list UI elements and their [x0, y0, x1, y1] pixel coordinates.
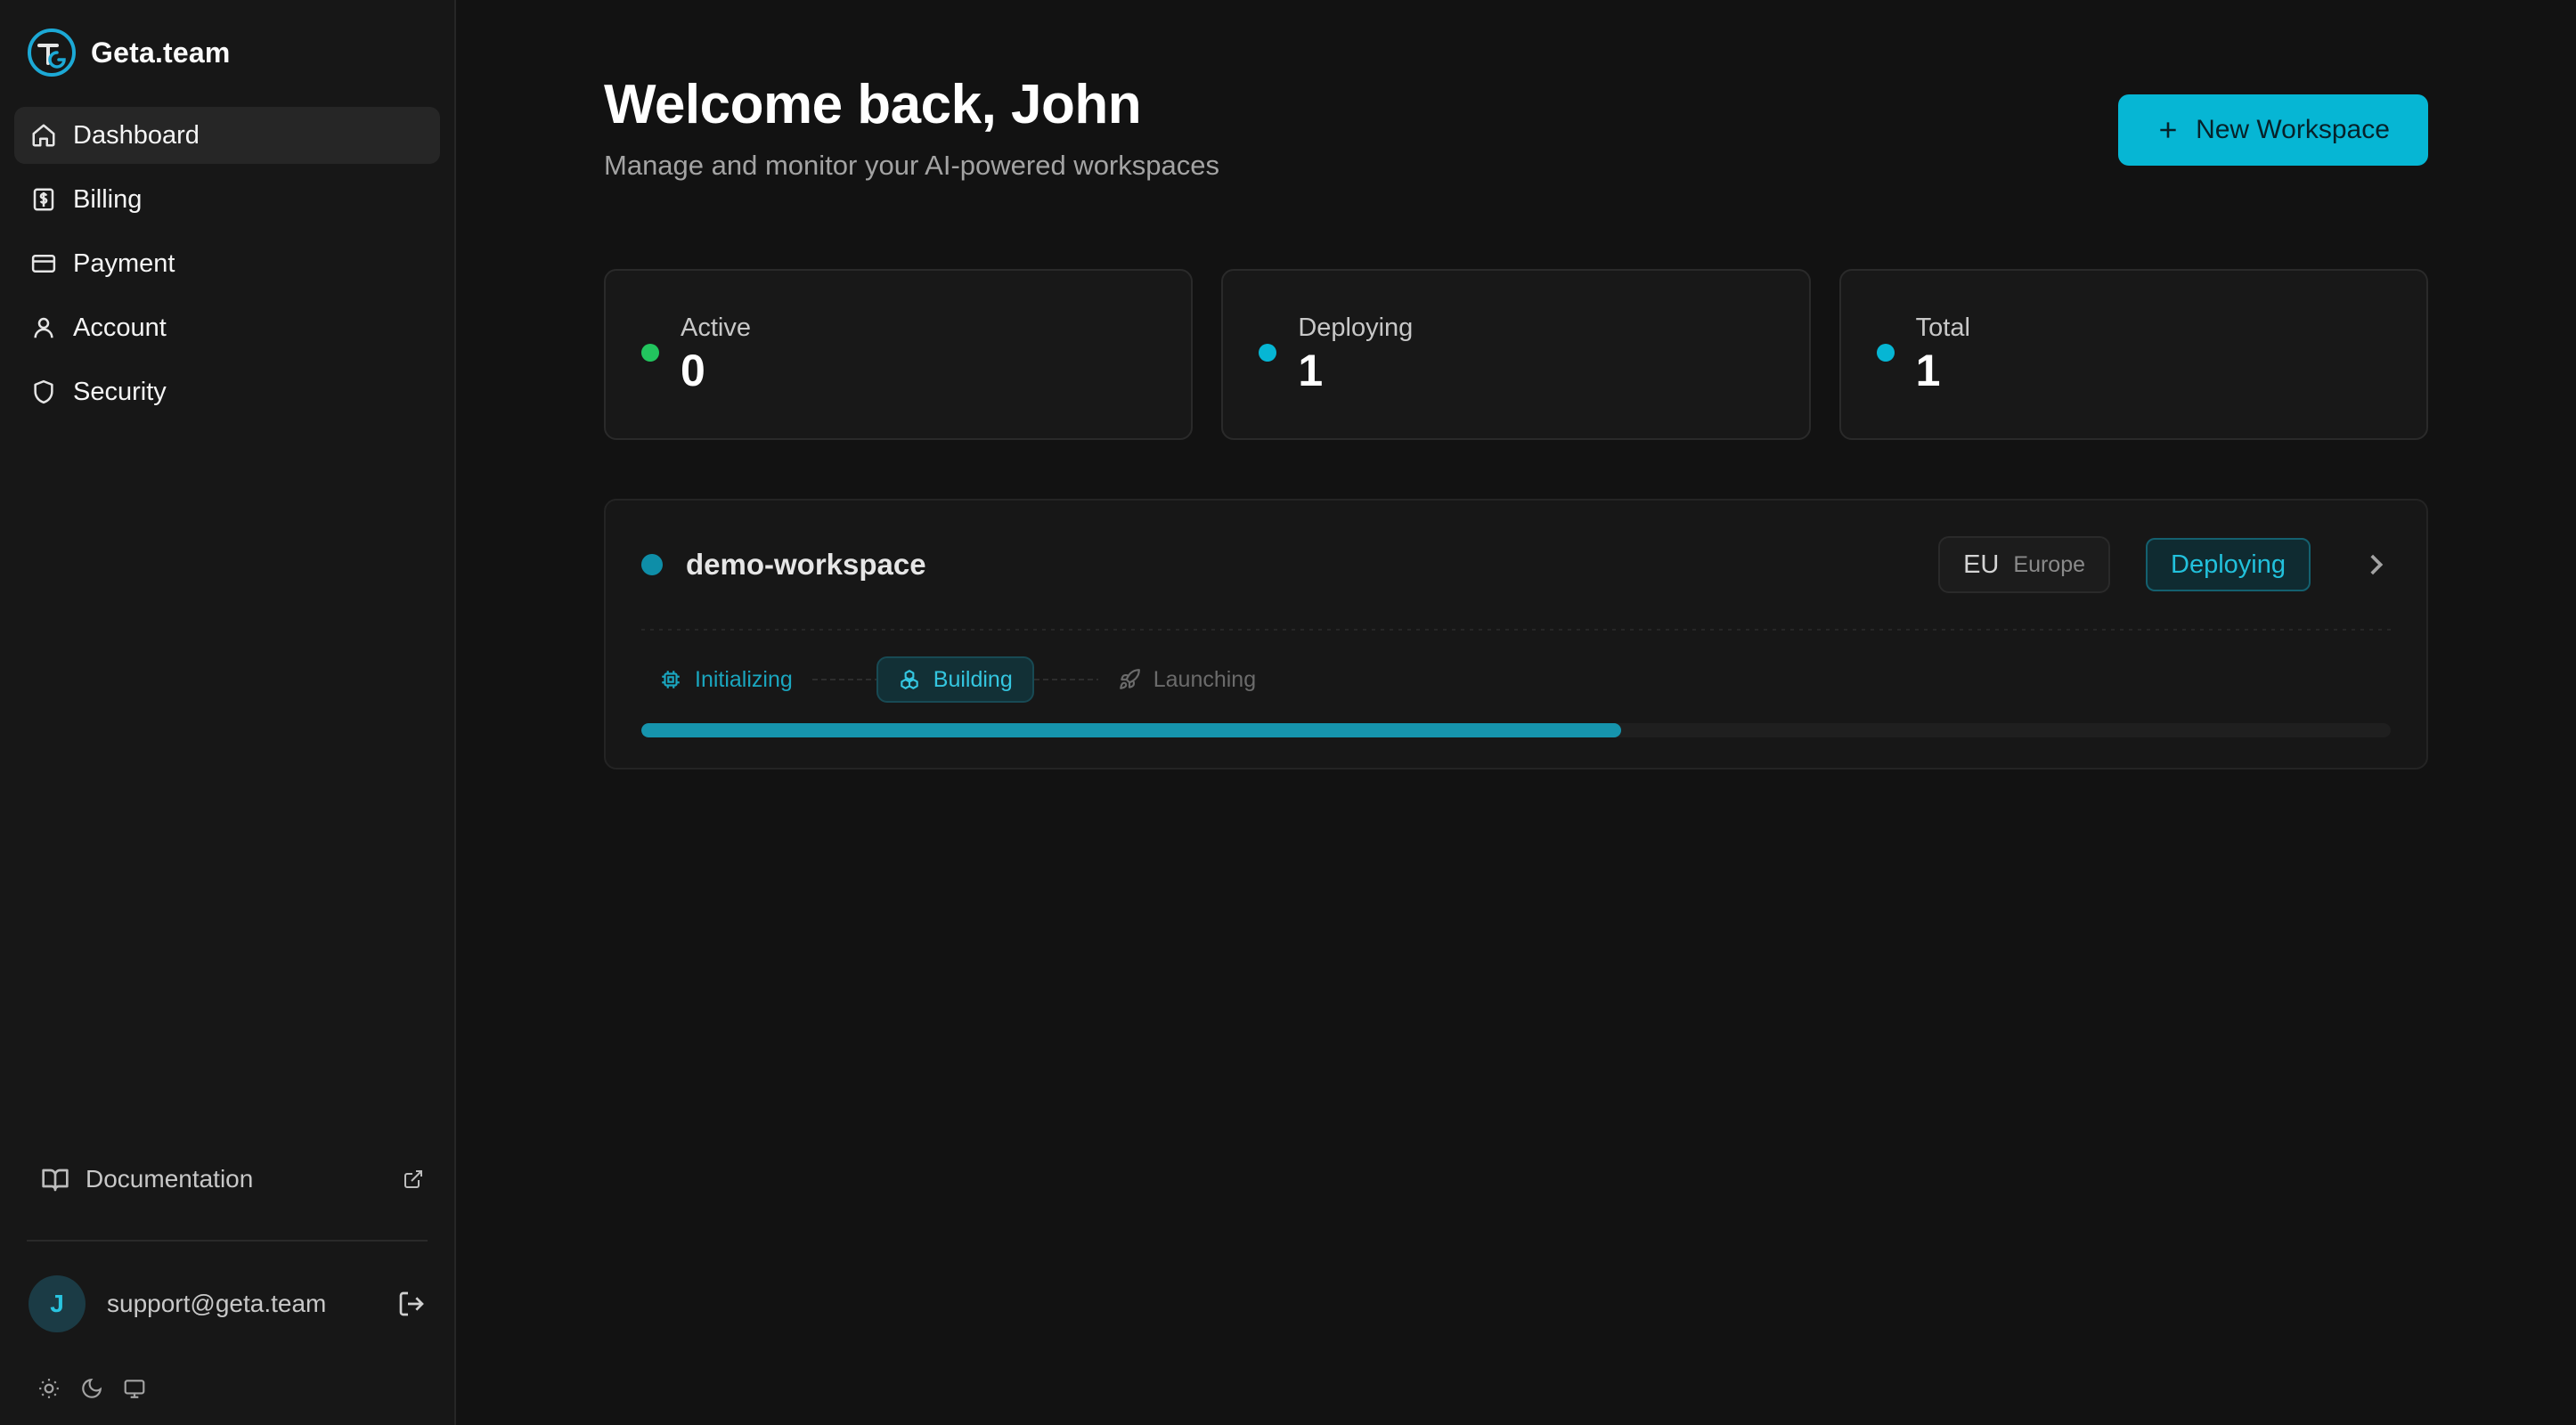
- stat-value: 1: [1915, 345, 1941, 395]
- workspace-header: demo-workspace EU Europe Deploying: [641, 501, 2391, 629]
- new-workspace-button[interactable]: New Workspace: [2118, 94, 2428, 166]
- home-icon: [32, 124, 55, 147]
- rocket-icon: [1119, 669, 1140, 689]
- theme-switcher: [14, 1366, 440, 1411]
- sidebar-item-label: Payment: [73, 248, 175, 278]
- sidebar-item-dashboard[interactable]: Dashboard: [14, 107, 440, 164]
- moon-icon[interactable]: [80, 1377, 103, 1400]
- stat-value: 0: [681, 345, 705, 395]
- sidebar-item-label: Account: [73, 313, 167, 342]
- external-link-icon: [404, 1170, 422, 1188]
- step-initializing: Initializing: [641, 656, 812, 703]
- app-root: Geta.team Dashboard Billing Payment Acco…: [0, 0, 2576, 1425]
- stat-card-active: Active 0: [604, 269, 1194, 440]
- stat-label: Total: [1915, 313, 1970, 342]
- workspace-name: demo-workspace: [686, 548, 926, 581]
- step-label: Building: [933, 666, 1013, 692]
- step-label: Launching: [1153, 666, 1257, 692]
- stat-label: Active: [681, 313, 751, 342]
- step-connector: [811, 679, 876, 680]
- region-code: EU: [1963, 550, 2000, 579]
- main-content: Welcome back, John Manage and monitor yo…: [456, 0, 2576, 1425]
- sidebar-item-security[interactable]: Security: [14, 363, 440, 420]
- sidebar-item-payment[interactable]: Payment: [14, 235, 440, 292]
- sidebar-item-label: Billing: [73, 184, 143, 214]
- chevron-right-icon[interactable]: [2360, 550, 2391, 580]
- step-building: Building: [876, 656, 1034, 703]
- workspace-card[interactable]: demo-workspace EU Europe Deploying Initi…: [604, 499, 2428, 770]
- sidebar-item-label: Security: [73, 377, 167, 406]
- deploy-progress-bar: [641, 723, 2391, 737]
- status-badge: Deploying: [2146, 538, 2311, 591]
- region-name: Europe: [2013, 551, 2086, 577]
- status-dot: [1259, 344, 1277, 362]
- sun-icon[interactable]: [37, 1377, 61, 1400]
- boxes-icon: [901, 670, 918, 689]
- deploy-progress-fill: [641, 723, 1621, 737]
- step-connector: [1033, 679, 1098, 680]
- sidebar: Geta.team Dashboard Billing Payment Acco…: [0, 0, 456, 1425]
- deploy-steps: Initializing Building Launching: [641, 631, 2391, 729]
- stat-value: 1: [1298, 345, 1324, 395]
- sidebar-footer: Documentation J support@geta.team: [14, 1151, 440, 1425]
- book-open-icon: [42, 1168, 69, 1192]
- workspace-status-dot: [641, 554, 663, 575]
- page-header: Welcome back, John Manage and monitor yo…: [604, 71, 2428, 182]
- monitor-icon[interactable]: [123, 1377, 146, 1400]
- page-subtitle: Manage and monitor your AI-powered works…: [604, 150, 1219, 181]
- sidebar-item-billing[interactable]: Billing: [14, 171, 440, 228]
- logout-icon[interactable]: [397, 1290, 426, 1318]
- stat-card-deploying: Deploying 1: [1221, 269, 1811, 440]
- documentation-link[interactable]: Documentation: [14, 1151, 440, 1208]
- stats-row: Active 0 Deploying 1 Total 1: [604, 269, 2428, 440]
- sidebar-item-label: Dashboard: [73, 120, 200, 150]
- status-dot: [1876, 344, 1895, 362]
- user-email: support@geta.team: [107, 1290, 327, 1317]
- brand-name: Geta.team: [91, 36, 231, 69]
- cpu-icon: [662, 671, 680, 688]
- brand[interactable]: Geta.team: [14, 0, 440, 105]
- sidebar-nav: Dashboard Billing Payment Account Securi…: [14, 107, 440, 420]
- page-title: Welcome back, John: [604, 74, 1142, 135]
- receipt-dollar-icon: [33, 188, 54, 211]
- stat-label: Deploying: [1298, 313, 1414, 342]
- new-workspace-label: New Workspace: [2196, 115, 2390, 144]
- shield-icon: [34, 379, 53, 404]
- brand-logo-icon: [27, 28, 77, 77]
- step-label: Initializing: [695, 666, 793, 692]
- avatar[interactable]: J: [29, 1275, 86, 1332]
- documentation-label: Documentation: [86, 1165, 254, 1193]
- stat-card-total: Total 1: [1838, 269, 2428, 440]
- region-badge: EU Europe: [1938, 536, 2111, 593]
- user-icon: [34, 317, 53, 338]
- sidebar-item-account[interactable]: Account: [14, 299, 440, 356]
- user-profile: J support@geta.team: [14, 1242, 440, 1366]
- plus-icon: [2160, 122, 2176, 138]
- status-dot: [641, 344, 659, 362]
- credit-card-icon: [31, 255, 56, 273]
- step-launching: Launching: [1098, 656, 1276, 703]
